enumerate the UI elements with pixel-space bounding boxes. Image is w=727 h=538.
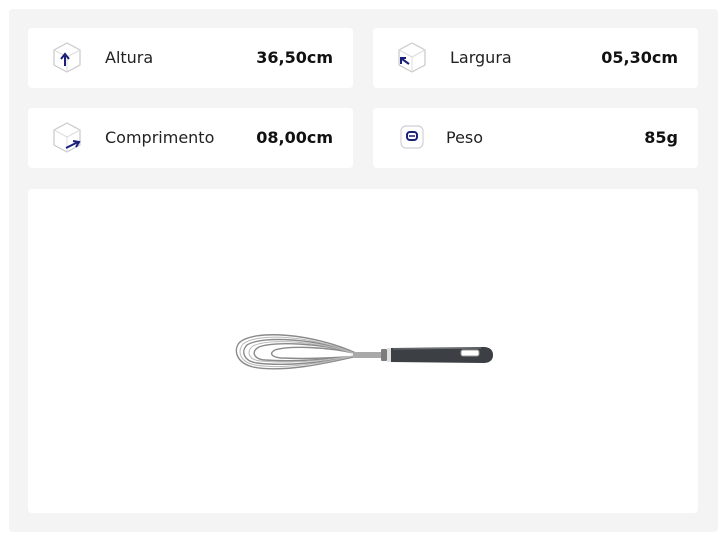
- spec-value-width: 05,30cm: [601, 48, 678, 67]
- specs-panel: Altura 36,50cm Largura 05,30cm Comprimen…: [9, 9, 718, 532]
- spec-value-height: 36,50cm: [256, 48, 333, 67]
- cube-height-icon: [50, 40, 84, 74]
- cube-length-icon: [50, 120, 84, 154]
- spec-label-length: Comprimento: [105, 128, 215, 147]
- spec-card-height: Altura 36,50cm: [28, 28, 353, 88]
- spec-card-width: Largura 05,30cm: [373, 28, 698, 88]
- whisk-image: [235, 334, 493, 370]
- cube-width-icon: [395, 40, 429, 74]
- spec-value-weight: 85g: [644, 128, 678, 147]
- spec-label-width: Largura: [450, 48, 512, 67]
- weight-icon: [395, 120, 429, 154]
- spec-label-weight: Peso: [446, 128, 484, 147]
- spec-card-weight: Peso 85g: [373, 108, 698, 168]
- product-image-card: [28, 189, 698, 513]
- spec-label-height: Altura: [105, 48, 154, 67]
- spec-value-length: 08,00cm: [256, 128, 333, 147]
- spec-card-length: Comprimento 08,00cm: [28, 108, 353, 168]
